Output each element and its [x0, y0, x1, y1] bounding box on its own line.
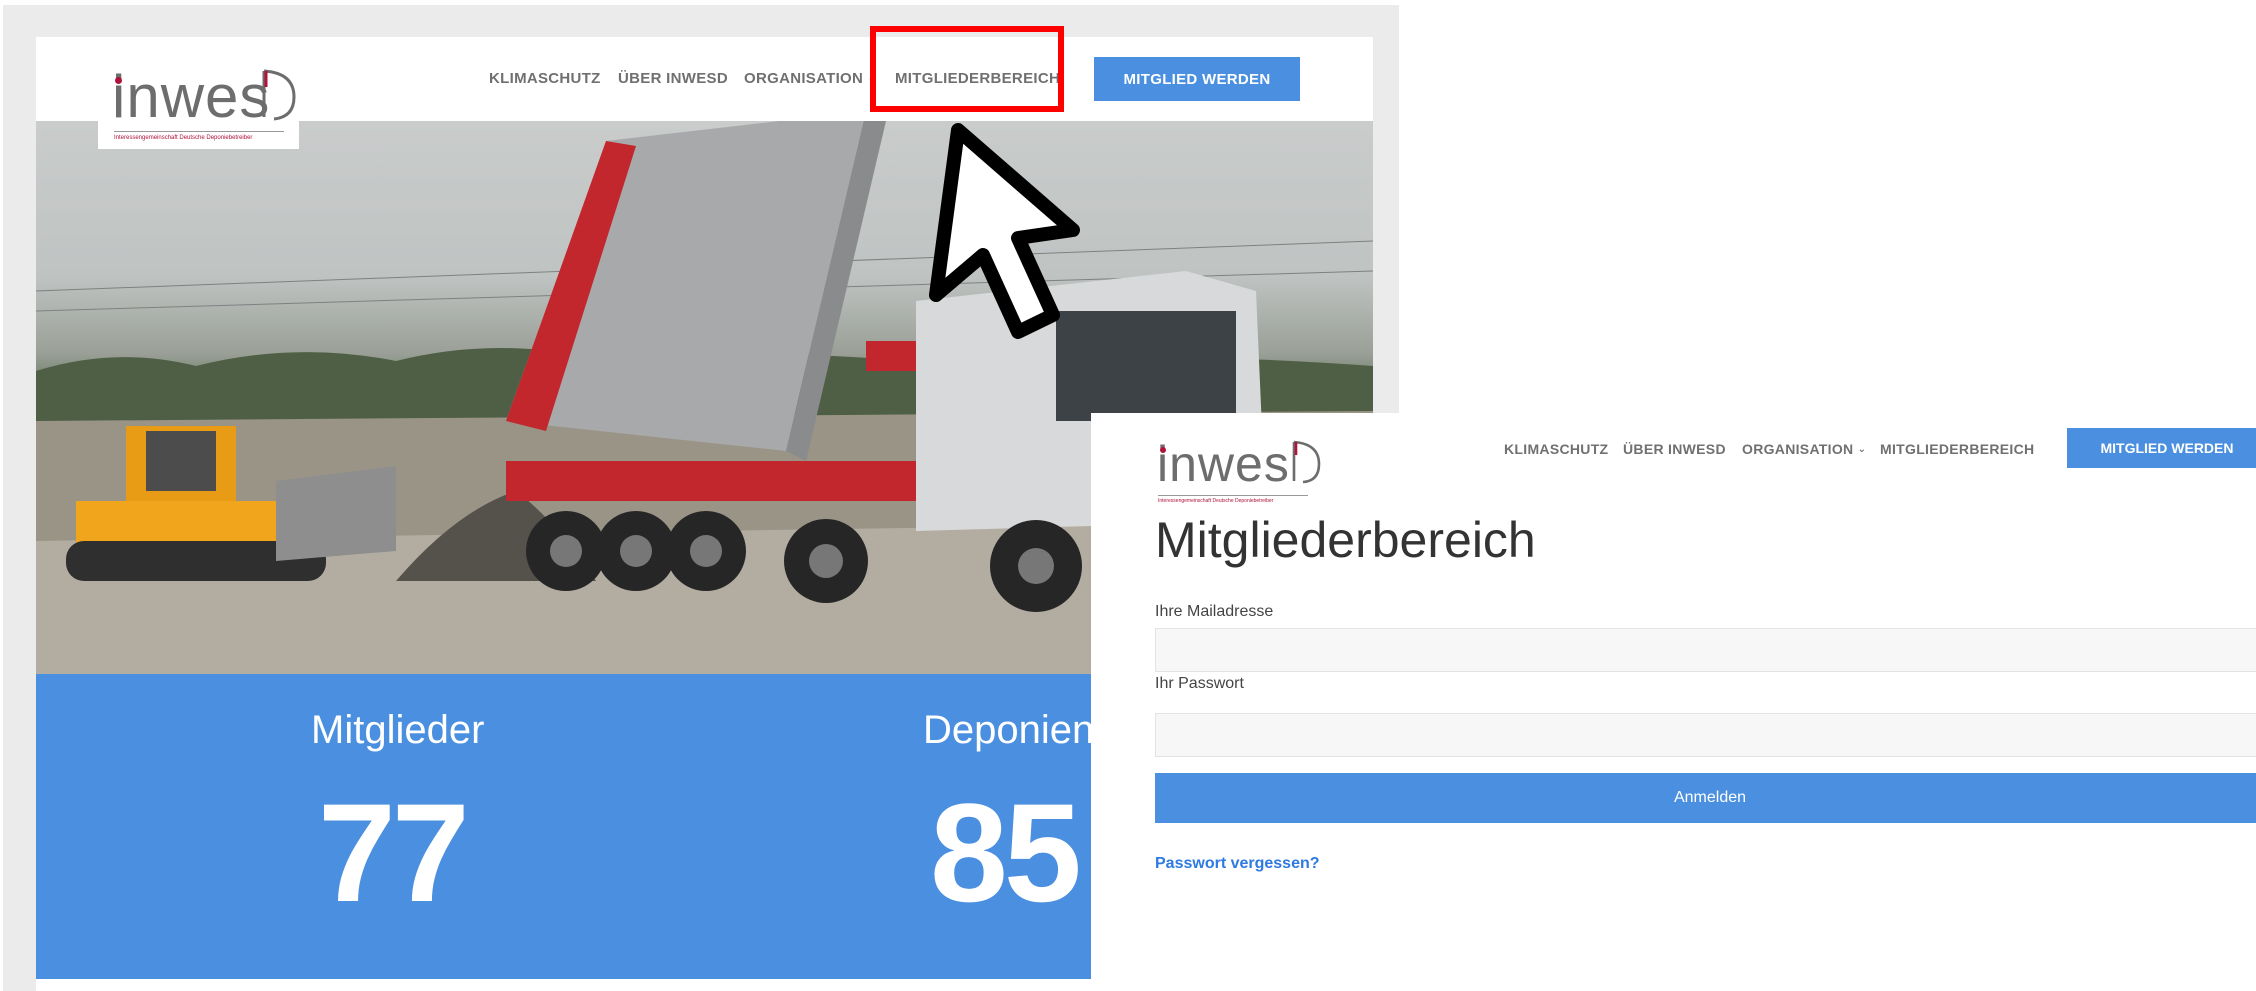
- logo-wordmark: inwes: [1157, 436, 1290, 492]
- nav-organisation[interactable]: ORGANISATION ⌄: [744, 70, 876, 87]
- screenshot-member-login: inwes Interessengemeinschaft Deutsche De…: [1091, 413, 2256, 991]
- email-field[interactable]: [1155, 628, 2256, 672]
- nav-organisation[interactable]: ORGANISATION ⌄: [1742, 441, 1866, 457]
- page-title: Mitgliederbereich: [1155, 512, 1536, 568]
- nav-ueber-inwesd[interactable]: ÜBER INWESD: [618, 70, 728, 87]
- logo-rule: [114, 131, 284, 132]
- mitglied-werden-button[interactable]: MITGLIED WERDEN: [1094, 57, 1300, 101]
- nav-organisation-label: ORGANISATION: [1742, 441, 1854, 457]
- login-button[interactable]: Anmelden: [1155, 773, 2256, 823]
- forgot-password-link[interactable]: Passwort vergessen?: [1155, 855, 1320, 873]
- email-label: Ihre Mailadresse: [1155, 603, 1274, 620]
- logo-wordmark: inwes: [112, 63, 271, 130]
- logo-dot: [1160, 447, 1166, 453]
- logo-d-mark: [1292, 440, 1321, 484]
- nav-organisation-label: ORGANISATION: [744, 70, 864, 87]
- password-field[interactable]: [1155, 713, 2256, 757]
- nav-klimaschutz[interactable]: KLIMASCHUTZ: [1504, 441, 1608, 457]
- stat-value-deponien: 85: [930, 774, 1082, 931]
- logo-tagline: Interessengemeinschaft Deutsche Deponieb…: [114, 135, 253, 141]
- logo-rule: [1158, 495, 1308, 496]
- logo-dot: [115, 77, 122, 84]
- highlight-box: [870, 26, 1064, 112]
- nav-ueber-inwesd[interactable]: ÜBER INWESD: [1623, 441, 1726, 457]
- stat-label-mitglieder: Mitglieder: [311, 708, 485, 752]
- stat-label-deponien: Deponien: [923, 708, 1095, 752]
- site-logo[interactable]: inwes Interessengemeinschaft Deutsche De…: [98, 59, 299, 149]
- nav-mitgliederbereich[interactable]: MITGLIEDERBEREICH: [1880, 441, 2034, 457]
- site-logo[interactable]: inwes Interessengemeinschaft Deutsche De…: [1155, 435, 1325, 504]
- chevron-down-icon: ⌄: [1857, 444, 1867, 455]
- logo-d-mark: [262, 69, 296, 121]
- arrow-cursor-icon: [929, 123, 1080, 339]
- nav-klimaschutz[interactable]: KLIMASCHUTZ: [489, 70, 601, 87]
- password-label: Ihr Passwort: [1155, 675, 1244, 692]
- stat-value-mitglieder: 77: [318, 774, 470, 931]
- logo-tagline: Interessengemeinschaft Deutsche Deponieb…: [1158, 498, 1274, 504]
- mitglied-werden-button[interactable]: MITGLIED WERDEN: [2067, 428, 2256, 468]
